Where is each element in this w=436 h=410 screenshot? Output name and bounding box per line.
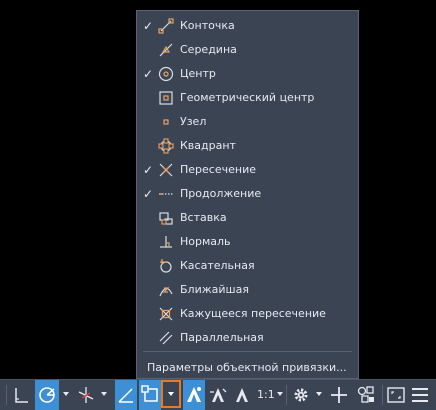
extension-icon [158, 186, 174, 202]
parallel-icon [158, 330, 174, 346]
menu-item-label: Узел [180, 115, 207, 128]
customization-menu-icon[interactable] [409, 380, 431, 410]
midpoint-icon [158, 42, 174, 58]
annotation-scale-icon[interactable] [231, 380, 253, 410]
check-icon: ✓ [143, 19, 154, 33]
menu-item-node[interactable]: Узел [137, 110, 358, 134]
statusbar-divider [6, 385, 7, 405]
menu-item-label: Конточка [180, 19, 235, 32]
object-snap-tracking-button[interactable] [115, 380, 137, 410]
menu-item-parallel[interactable]: Параллельная [137, 326, 358, 350]
geometric-center-icon [158, 90, 174, 106]
fullscreen-icon[interactable] [385, 380, 407, 410]
annotation-scale-value[interactable]: 1:1 [257, 388, 275, 402]
auto-scale-icon[interactable] [207, 380, 229, 410]
menu-item-label: Середина [180, 43, 237, 56]
nearest-icon [158, 282, 174, 298]
menu-item-insertion[interactable]: Вставка [137, 206, 358, 230]
menu-item-tangent[interactable]: Касательная [137, 254, 358, 278]
menu-item-label: Касательная [180, 259, 255, 272]
menu-item-label: Квадрант [180, 139, 236, 152]
menu-item-geometric-center[interactable]: Геометрический центр [137, 86, 358, 110]
status-bar: 1:1 [0, 379, 436, 410]
plus-icon[interactable] [328, 380, 350, 410]
insertion-icon [158, 210, 174, 226]
perpendicular-icon [158, 234, 174, 250]
menu-item-label: Геометрический центр [180, 91, 315, 104]
chevron-down-icon[interactable] [63, 392, 69, 396]
menu-item-endpoint[interactable]: ✓ Конточка [137, 14, 358, 38]
check-icon: ✓ [143, 67, 154, 81]
menu-item-perpendicular[interactable]: Нормаль [137, 230, 358, 254]
menu-item-label: Центр [180, 67, 216, 80]
tangent-icon [158, 258, 174, 274]
polar-tracking-icon [39, 387, 55, 403]
isometric-drafting-icon[interactable] [75, 380, 97, 410]
endpoint-icon [158, 18, 174, 34]
check-icon: ✓ [143, 163, 154, 177]
intersection-icon [158, 162, 174, 178]
apparent-intersection-icon [158, 306, 174, 322]
chevron-down-icon[interactable] [101, 392, 107, 396]
menu-item-apparent-intersection[interactable]: Кажущееся пересечение [137, 302, 358, 326]
ortho-mode-icon[interactable] [11, 380, 33, 410]
menu-item-label: Продолжение [180, 187, 262, 200]
chevron-down-icon[interactable] [316, 392, 322, 396]
polar-tracking-button[interactable] [35, 380, 59, 410]
chevron-down-icon[interactable] [277, 392, 283, 396]
object-snap-icon [141, 385, 158, 402]
center-icon [158, 66, 174, 82]
annotation-visibility-button[interactable] [183, 380, 205, 410]
object-snap-menu: ✓ Конточка Середина ✓ Центр Геометрическ… [136, 10, 359, 379]
menu-divider [143, 351, 352, 352]
menu-item-intersection[interactable]: ✓ Пересечение [137, 158, 358, 182]
isolate-objects-icon[interactable] [355, 380, 377, 410]
quadrant-icon [158, 138, 174, 154]
menu-item-quadrant[interactable]: Квадрант [137, 134, 358, 158]
object-snap-menu-toggle[interactable] [161, 380, 181, 408]
menu-item-label: Ближайшая [180, 283, 249, 296]
object-snap-button[interactable] [139, 380, 161, 410]
check-icon: ✓ [143, 187, 154, 201]
menu-item-midpoint[interactable]: Середина [137, 38, 358, 62]
menu-item-label: Вставка [180, 211, 227, 224]
object-snap-tracking-icon [118, 388, 133, 403]
menu-item-center[interactable]: ✓ Центр [137, 62, 358, 86]
node-icon [158, 114, 174, 130]
menu-item-nearest[interactable]: Ближайшая [137, 278, 358, 302]
statusbar-divider [286, 385, 287, 405]
menu-item-label: Параметры объектной привязки... [147, 361, 347, 374]
statusbar-divider [382, 385, 383, 405]
menu-item-label: Кажущееся пересечение [180, 307, 326, 320]
gear-icon[interactable] [290, 380, 312, 410]
menu-item-extension[interactable]: ✓ Продолжение [137, 182, 358, 206]
menu-item-snap-settings[interactable]: Параметры объектной привязки... [137, 356, 358, 380]
annotation-visibility-icon [187, 387, 201, 402]
menu-item-label: Пересечение [180, 163, 256, 176]
menu-item-label: Нормаль [180, 235, 231, 248]
chevron-down-icon [168, 392, 174, 396]
menu-item-label: Параллельная [180, 331, 264, 344]
